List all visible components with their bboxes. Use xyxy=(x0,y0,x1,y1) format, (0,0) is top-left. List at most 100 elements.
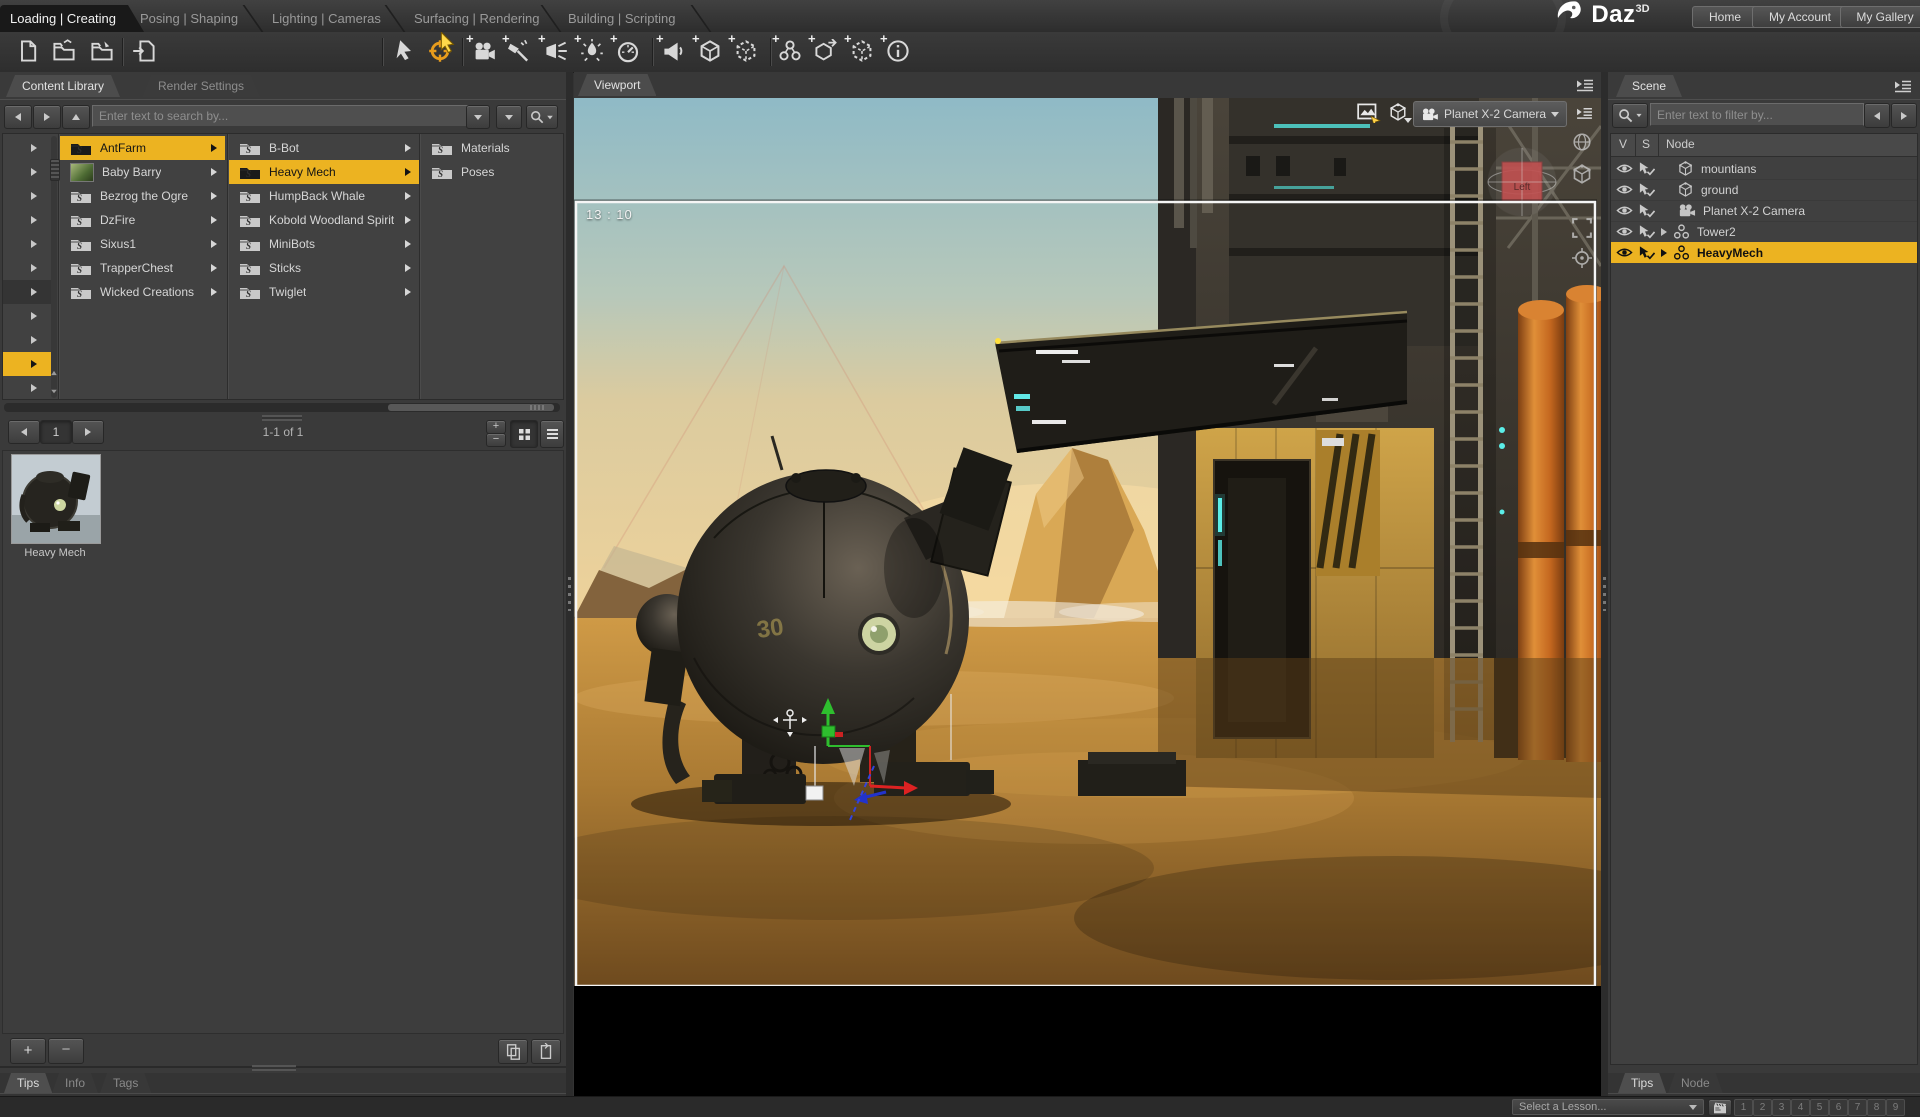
lesson-step-button[interactable]: 5 xyxy=(1810,1099,1829,1116)
root-folder-row[interactable] xyxy=(3,208,56,232)
lesson-step-button[interactable]: 2 xyxy=(1753,1099,1772,1116)
folder-row-antfarm[interactable]: AntFarm xyxy=(60,136,225,160)
pane-menu-icon[interactable] xyxy=(1576,77,1594,92)
lesson-selector-dropdown[interactable]: Select a Lesson... xyxy=(1512,1099,1704,1115)
paste-content-button[interactable] xyxy=(531,1039,561,1064)
tab-scene[interactable]: Scene xyxy=(1616,75,1682,97)
folder-row-baby-barry[interactable]: Baby Barry xyxy=(60,160,225,184)
col-visibility[interactable]: V xyxy=(1619,137,1627,151)
folder-row-kobold[interactable]: Kobold Woodland Spirit xyxy=(229,208,419,232)
add-gauge-icon[interactable] xyxy=(616,39,642,65)
tab-render-settings[interactable]: Render Settings xyxy=(142,75,260,97)
eye-icon[interactable] xyxy=(1616,224,1633,239)
thumb-size-decrease-button[interactable]: − xyxy=(486,433,506,447)
root-folder-row[interactable] xyxy=(3,136,56,160)
root-column-scrollbar-thumb[interactable] xyxy=(50,159,60,181)
lesson-step-button[interactable]: 6 xyxy=(1829,1099,1848,1116)
folder-row-bezrog[interactable]: Bezrog the Ogre xyxy=(60,184,225,208)
add-cube-icon[interactable] xyxy=(698,39,724,65)
pane-menu-icon[interactable] xyxy=(1894,78,1912,93)
selectable-icon[interactable] xyxy=(1638,245,1655,260)
aim-view-icon[interactable] xyxy=(1572,248,1594,270)
lesson-step-button[interactable]: 7 xyxy=(1848,1099,1867,1116)
rotate-view-icon[interactable] xyxy=(1572,164,1594,186)
tab-content-library[interactable]: Content Library xyxy=(6,75,120,97)
scene-node-planet-x2-camera[interactable]: Planet X-2 Camera xyxy=(1611,200,1917,222)
remove-category-button[interactable]: − xyxy=(48,1038,84,1064)
lesson-step-button[interactable]: 8 xyxy=(1867,1099,1886,1116)
folder-row-minibots[interactable]: MiniBots xyxy=(229,232,419,256)
tab-info[interactable]: Info xyxy=(52,1073,98,1093)
add-category-button[interactable]: + xyxy=(10,1038,46,1064)
folder-row-sticks[interactable]: Sticks xyxy=(229,256,419,280)
eye-icon[interactable] xyxy=(1616,245,1633,260)
root-folder-row[interactable] xyxy=(3,160,56,184)
scroll-up-button[interactable] xyxy=(49,368,59,378)
expand-icon[interactable] xyxy=(1661,249,1667,257)
tab-tags[interactable]: Tags xyxy=(100,1073,151,1093)
viewport-menu-icon[interactable] xyxy=(1576,106,1593,119)
add-dashed-cube-icon[interactable] xyxy=(734,39,760,65)
scene-filter-input[interactable] xyxy=(1650,103,1864,126)
tab-surfacing-rendering[interactable]: Surfacing | Rendering xyxy=(414,5,540,32)
eye-icon[interactable] xyxy=(1616,182,1633,197)
new-file-icon[interactable] xyxy=(16,39,42,65)
tab-lighting-cameras[interactable]: Lighting | Cameras xyxy=(272,5,381,32)
root-folder-row-highlighted[interactable] xyxy=(3,280,56,304)
home-button[interactable]: Home xyxy=(1692,6,1758,28)
universal-tool-icon[interactable] xyxy=(393,39,419,65)
add-speaker-icon[interactable] xyxy=(662,39,688,65)
eye-icon[interactable] xyxy=(1616,203,1633,218)
folder-row-trapperchest[interactable]: TrapperChest xyxy=(60,256,225,280)
filter-next-button[interactable] xyxy=(1891,103,1917,128)
selectable-icon[interactable] xyxy=(1638,224,1655,239)
filter-prev-button[interactable] xyxy=(1864,103,1890,128)
scroll-down-button[interactable] xyxy=(49,386,59,396)
grid-view-button[interactable] xyxy=(510,420,538,448)
folder-row-b-bot[interactable]: B-Bot xyxy=(229,136,419,160)
root-folder-row[interactable] xyxy=(3,304,56,328)
selectable-icon[interactable] xyxy=(1638,182,1655,197)
root-folder-row[interactable] xyxy=(3,256,56,280)
open-file-icon[interactable] xyxy=(52,39,78,65)
search-history-dropdown-button[interactable] xyxy=(466,105,490,129)
folder-row-poses[interactable]: Poses xyxy=(421,160,563,184)
frame-view-icon[interactable] xyxy=(1572,218,1594,240)
tab-posing-shaping[interactable]: Posing | Shaping xyxy=(140,5,238,32)
drawstyle-icon[interactable] xyxy=(1356,101,1382,123)
tab-node[interactable]: Node xyxy=(1668,1073,1723,1093)
search-input[interactable] xyxy=(92,105,472,127)
scene-node-ground[interactable]: ground xyxy=(1611,179,1917,201)
selectable-icon[interactable] xyxy=(1638,161,1655,176)
orbit-view-icon[interactable] xyxy=(1572,132,1594,154)
col-selectability[interactable]: S xyxy=(1642,137,1650,151)
expand-icon[interactable] xyxy=(1661,228,1667,236)
browser-hscrollbar[interactable] xyxy=(4,403,560,412)
folder-row-humpback-whale[interactable]: HumpBack Whale xyxy=(229,184,419,208)
folder-row-dzfire[interactable]: DzFire xyxy=(60,208,225,232)
my-gallery-button[interactable]: My Gallery xyxy=(1840,6,1920,28)
left-panel-splitter[interactable] xyxy=(566,72,573,1096)
tab-tips[interactable]: Tips xyxy=(4,1073,52,1093)
add-proxy-icon[interactable] xyxy=(850,39,876,65)
filter-type-button[interactable] xyxy=(1612,103,1648,128)
nav-forward-button[interactable] xyxy=(33,105,61,129)
lesson-step-button[interactable]: 9 xyxy=(1886,1099,1905,1116)
add-point-light-icon[interactable] xyxy=(580,39,606,65)
import-file-icon[interactable] xyxy=(132,39,158,65)
selectable-icon[interactable] xyxy=(1638,203,1655,218)
folder-row-heavy-mech[interactable]: Heavy Mech xyxy=(229,160,419,184)
lesson-step-button[interactable]: 3 xyxy=(1772,1099,1791,1116)
chevron-down-icon[interactable] xyxy=(1404,118,1412,123)
pane-splitter-grip[interactable] xyxy=(252,1065,296,1071)
root-folder-row[interactable] xyxy=(3,184,56,208)
eye-icon[interactable] xyxy=(1616,161,1633,176)
scene-node-mountians[interactable]: mountians xyxy=(1611,158,1917,180)
camera-selector-dropdown[interactable]: Planet X-2 Camera xyxy=(1413,101,1567,127)
viewport-canvas[interactable]: 30 xyxy=(574,98,1601,1096)
tab-building-scripting[interactable]: Building | Scripting xyxy=(568,5,675,32)
asset-thumbnail-heavy-mech[interactable] xyxy=(11,454,101,544)
lesson-play-button[interactable] xyxy=(1708,1099,1732,1116)
nav-back-button[interactable] xyxy=(4,105,32,129)
add-info-icon[interactable] xyxy=(886,39,912,65)
